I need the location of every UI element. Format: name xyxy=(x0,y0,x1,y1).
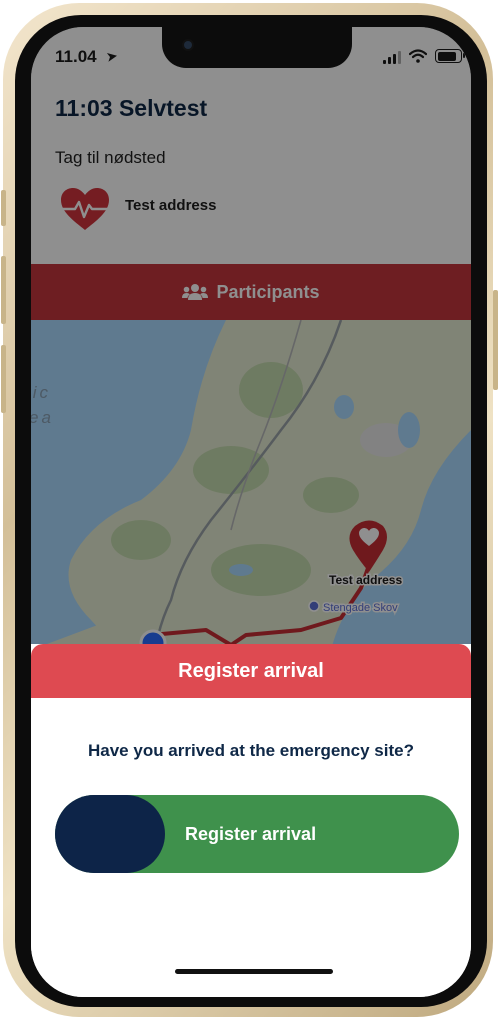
slider-label: Register arrival xyxy=(185,824,317,844)
slider-knob[interactable] xyxy=(55,795,165,873)
participants-label: Participants xyxy=(216,281,320,302)
register-arrival-slider[interactable]: Register arrival xyxy=(55,795,459,873)
sea-label: tic xyxy=(31,383,51,402)
page-subtitle: Tag til nødsted xyxy=(55,148,166,167)
battery-tip xyxy=(463,53,465,58)
home-indicator[interactable] xyxy=(175,969,333,974)
battery-icon xyxy=(435,49,462,63)
wifi-icon xyxy=(409,49,427,63)
cellular-signal-icon xyxy=(383,50,403,64)
address-label: Test address xyxy=(125,197,217,214)
users-icon xyxy=(182,284,209,300)
route-map[interactable]: tic ea Test address Stengade Skov xyxy=(31,319,471,700)
sea-label-2: ea xyxy=(31,408,54,427)
sheet-title: Register arrival xyxy=(31,644,471,698)
arrival-sheet: Register arrival Have you arrived at the… xyxy=(31,644,471,997)
participants-button[interactable]: Participants xyxy=(31,264,471,320)
map-canvas: tic ea Test address Stengade Skov xyxy=(31,319,471,700)
silent-switch xyxy=(1,190,6,226)
volume-down-button xyxy=(1,345,6,413)
destination-map-label: Test address xyxy=(329,573,402,587)
power-button xyxy=(493,290,498,390)
arrival-question: Have you arrived at the emergency site? xyxy=(88,741,414,760)
status-time: 11.04 xyxy=(55,47,97,66)
volume-up-button xyxy=(1,256,6,324)
heartbeat-icon xyxy=(61,188,109,230)
poi-map-label: Stengade Skov xyxy=(323,602,398,614)
phone-screen: 11.04 ➤ 11:03 Selvtest Tag til nødsted T… xyxy=(31,27,471,997)
page-title: 11:03 Selvtest xyxy=(55,95,208,121)
location-arrow-icon: ➤ xyxy=(104,47,119,65)
front-camera xyxy=(184,41,192,49)
